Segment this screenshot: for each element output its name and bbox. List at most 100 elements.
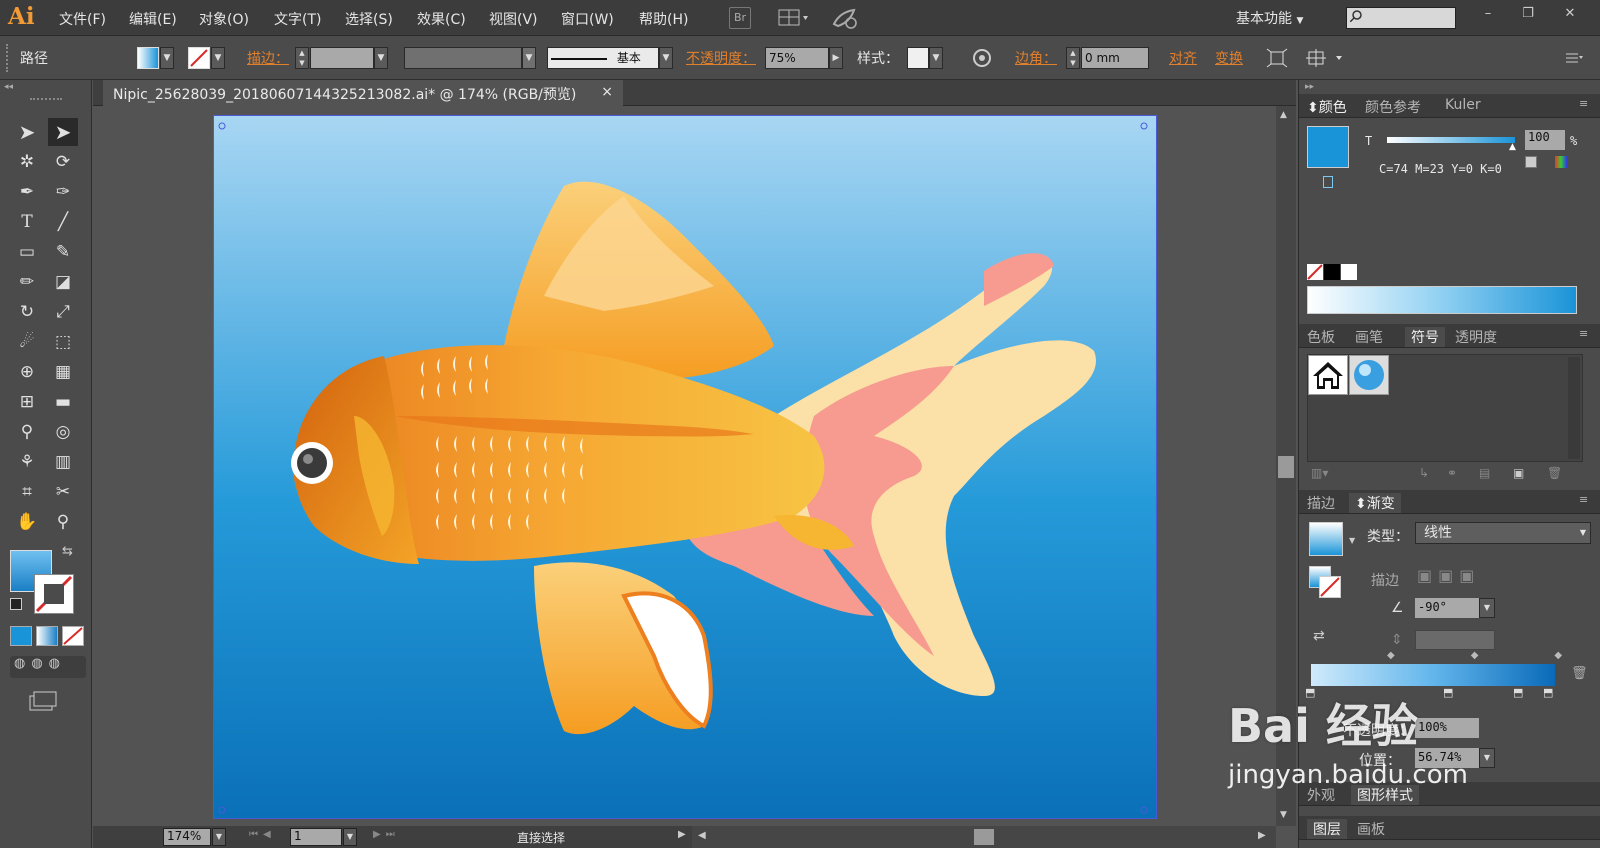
menu-help[interactable]: 帮助(H) bbox=[639, 9, 688, 29]
color-fill-preview[interactable] bbox=[1307, 126, 1349, 168]
swap-fill-stroke-icon[interactable]: ⇆ bbox=[62, 544, 73, 559]
stroke-weight-dropdown[interactable]: ▼ bbox=[374, 47, 388, 69]
direct-selection-tool[interactable]: ➤ bbox=[48, 118, 78, 146]
paintbrush-tool[interactable]: ✎ bbox=[48, 238, 78, 266]
pencil-tool[interactable]: ✏ bbox=[12, 268, 42, 296]
stroke-dropdown[interactable]: ▼ bbox=[211, 47, 225, 69]
globe-symbol[interactable] bbox=[1349, 355, 1389, 395]
column-graph-tool[interactable]: ▥ bbox=[48, 448, 78, 476]
shape-builder-tool[interactable]: ⊕ bbox=[12, 358, 42, 386]
control-panel-menu[interactable] bbox=[1566, 50, 1584, 64]
scale-tool[interactable]: ⤢ bbox=[48, 298, 78, 326]
first-prev-artboard[interactable]: ⏮◀ bbox=[249, 829, 276, 840]
fill-swatch[interactable] bbox=[137, 47, 159, 69]
delete-stop-icon[interactable]: 🗑 bbox=[1571, 666, 1588, 681]
tab-transparency[interactable]: 透明度 bbox=[1455, 327, 1497, 347]
tab-kuler[interactable]: Kuler bbox=[1445, 97, 1481, 113]
hand-tool[interactable]: ✋ bbox=[12, 508, 42, 536]
none-mode-button[interactable] bbox=[62, 626, 84, 646]
menu-select[interactable]: 选择(S) bbox=[345, 9, 393, 29]
symbol-sprayer-tool[interactable]: ⚘ bbox=[12, 448, 42, 476]
symbol-options-icon[interactable]: ▤ bbox=[1479, 466, 1490, 480]
opacity-field[interactable]: 75% bbox=[765, 47, 829, 69]
gradient-stroke-box[interactable] bbox=[1319, 576, 1341, 598]
artboard-dropdown[interactable]: ▼ bbox=[343, 828, 357, 846]
menu-edit[interactable]: 编辑(E) bbox=[129, 9, 177, 29]
lasso-tool[interactable]: ⟳ bbox=[48, 148, 78, 176]
gradient-angle-field[interactable]: -90° bbox=[1415, 598, 1479, 618]
zoom-dropdown[interactable]: ▼ bbox=[212, 828, 226, 846]
slice-tool[interactable]: ✂ bbox=[48, 478, 78, 506]
fill-dropdown[interactable]: ▼ bbox=[160, 47, 174, 69]
gradient-preview[interactable] bbox=[1309, 522, 1343, 556]
delete-symbol-icon[interactable]: 🗑 bbox=[1547, 466, 1562, 480]
collapse-dock-icon[interactable]: ▸▸ bbox=[1305, 82, 1314, 92]
tab-brushes[interactable]: 画笔 bbox=[1355, 327, 1383, 347]
opacity-arrow[interactable]: ▶ bbox=[829, 47, 843, 69]
status-menu-arrow[interactable]: ▶ bbox=[678, 829, 686, 840]
corner-label[interactable]: 边角： bbox=[1015, 48, 1057, 68]
stroke-weight-label[interactable]: 描边： bbox=[247, 48, 289, 68]
line-segment-tool[interactable]: ╱ bbox=[48, 208, 78, 236]
menu-file[interactable]: 文件(F) bbox=[59, 9, 106, 29]
new-symbol-icon[interactable]: ▣ bbox=[1513, 466, 1524, 480]
corner-radius-field[interactable]: 0 mm bbox=[1081, 47, 1149, 69]
eyedropper-tool[interactable]: ⚲ bbox=[12, 418, 42, 446]
stroke-weight-stepper[interactable]: ▲ ▼ bbox=[295, 47, 309, 69]
opacity-label[interactable]: 不透明度： bbox=[686, 48, 756, 68]
magic-wand-tool[interactable]: ✲ bbox=[12, 148, 42, 176]
color-mode-button[interactable] bbox=[10, 626, 32, 646]
tab-color[interactable]: ⬍颜色 bbox=[1307, 97, 1347, 117]
brush-definition[interactable]: 基本 bbox=[547, 47, 659, 69]
out-of-gamut-icon[interactable] bbox=[1323, 176, 1333, 188]
graphic-style-swatch[interactable] bbox=[907, 47, 929, 69]
gpu-performance-button[interactable] bbox=[830, 6, 860, 30]
gradient-slider[interactable] bbox=[1311, 664, 1555, 686]
brush-dropdown[interactable]: ▼ bbox=[659, 47, 673, 69]
tint-slider[interactable] bbox=[1387, 137, 1515, 143]
scroll-left-icon[interactable]: ◀ bbox=[698, 830, 706, 841]
gradient-tool[interactable]: ▬ bbox=[48, 388, 78, 416]
arrange-objects-button[interactable] bbox=[1306, 48, 1348, 68]
scroll-up-icon[interactable]: ▲ bbox=[1280, 110, 1287, 120]
collapse-tools-icon[interactable]: ◂◂ bbox=[4, 82, 13, 92]
tab-layers[interactable]: 图层 bbox=[1307, 819, 1347, 839]
recolor-artwork-button[interactable] bbox=[972, 48, 992, 68]
horizontal-scrollbar[interactable]: ◀ ▶ bbox=[692, 826, 1276, 848]
default-fill-stroke-icon[interactable] bbox=[10, 598, 22, 610]
tint-field[interactable]: 100 bbox=[1525, 130, 1565, 150]
align-link[interactable]: 对齐 bbox=[1169, 48, 1197, 68]
control-bar-gripper[interactable] bbox=[6, 44, 10, 72]
tab-symbols[interactable]: 符号 bbox=[1405, 327, 1445, 347]
gradient-aspect-field[interactable] bbox=[1415, 630, 1495, 650]
curvature-tool[interactable]: ✑ bbox=[48, 178, 78, 206]
artboard-canvas[interactable] bbox=[213, 115, 1157, 819]
stroke-swatch[interactable] bbox=[188, 47, 210, 69]
close-document-button[interactable]: × bbox=[601, 84, 613, 100]
arrange-documents-button[interactable] bbox=[778, 8, 814, 28]
gradient-stop[interactable]: ⬒ bbox=[1443, 686, 1453, 699]
zoom-tool[interactable]: ⚲ bbox=[48, 508, 78, 536]
place-symbol-icon[interactable]: ↳ bbox=[1419, 466, 1429, 480]
color-spectrum[interactable] bbox=[1307, 286, 1577, 314]
gradient-mode-button[interactable] bbox=[36, 626, 58, 646]
menu-window[interactable]: 窗口(W) bbox=[561, 9, 614, 29]
transform-link[interactable]: 变换 bbox=[1215, 48, 1243, 68]
tab-color-guide[interactable]: 颜色参考 bbox=[1365, 97, 1421, 117]
bridge-button[interactable]: Br bbox=[729, 7, 751, 29]
drawing-modes[interactable]: ◍◍◍ bbox=[10, 656, 86, 678]
stroke-weight-field[interactable] bbox=[310, 47, 374, 69]
zoom-field[interactable]: 174% bbox=[163, 828, 211, 846]
mesh-tool[interactable]: ⊞ bbox=[12, 388, 42, 416]
menu-object[interactable]: 对象(O) bbox=[199, 9, 249, 29]
stroke-gradient-modes[interactable]: ▣▣▣ bbox=[1417, 566, 1503, 588]
gradient-preview-dropdown[interactable]: ▼ bbox=[1349, 536, 1355, 545]
next-last-artboard[interactable]: ▶⏭ bbox=[373, 829, 400, 840]
tab-artboards[interactable]: 画板 bbox=[1357, 819, 1385, 839]
corner-stepper[interactable]: ▲ ▼ bbox=[1066, 47, 1080, 69]
gradient-stop[interactable]: ⬒ bbox=[1543, 686, 1553, 699]
menu-view[interactable]: 视图(V) bbox=[489, 9, 538, 29]
horizontal-scroll-thumb[interactable] bbox=[974, 829, 994, 845]
artboard-number-field[interactable]: 1 bbox=[290, 828, 342, 846]
type-tool[interactable]: T bbox=[12, 208, 42, 236]
